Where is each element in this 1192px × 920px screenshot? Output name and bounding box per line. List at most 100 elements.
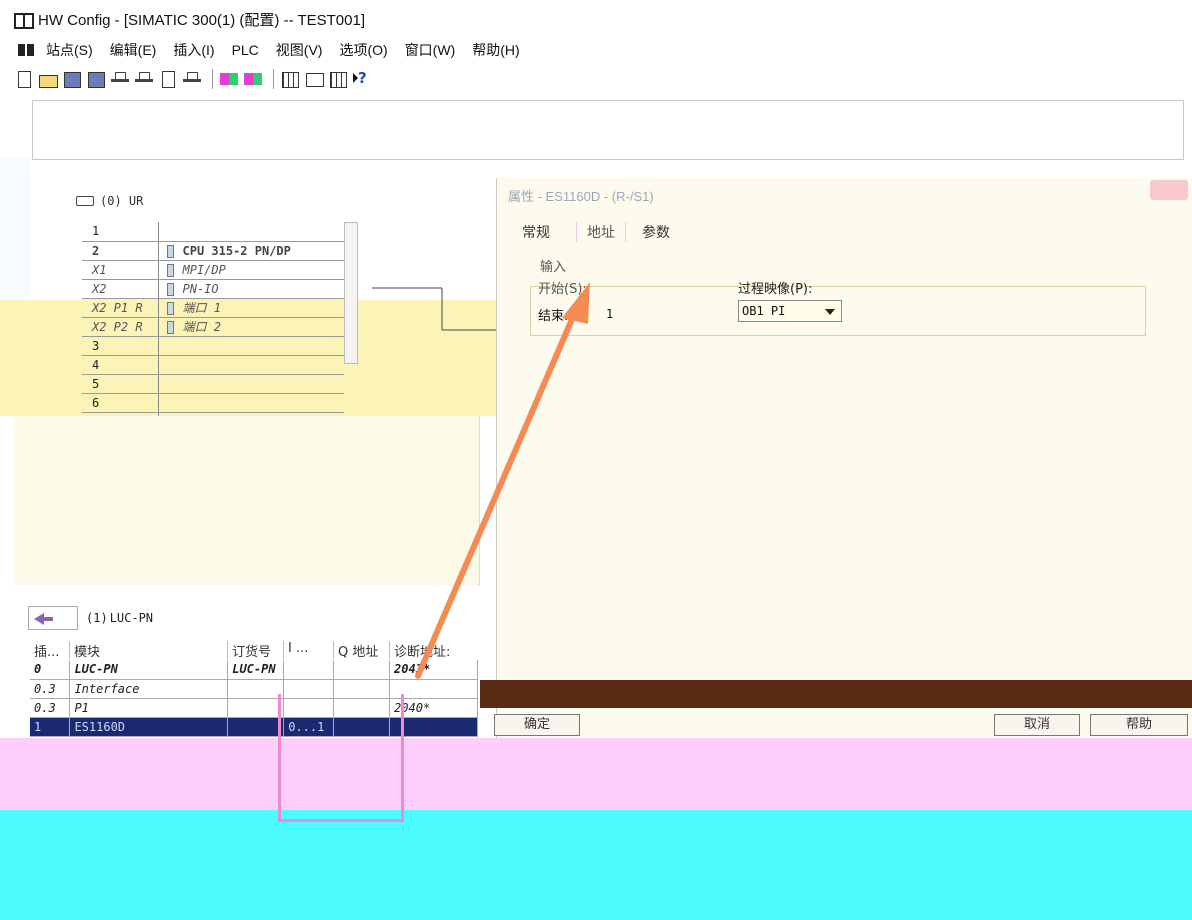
save-compile-icon[interactable]	[86, 70, 106, 88]
rack-module: 端口 2	[182, 320, 221, 334]
hardware-icon[interactable]	[304, 70, 324, 88]
rack-module	[158, 355, 344, 375]
col-i-address[interactable]: I ...	[284, 641, 334, 659]
module-slot: 0	[30, 660, 71, 680]
end-value: 1	[606, 307, 614, 321]
table-row[interactable]: 0.3 P1 2040*	[30, 698, 478, 718]
properties-dialog	[496, 178, 1192, 738]
dialog-title: 属性 - ES1160D - (R-/S1)	[508, 189, 654, 204]
cpu-module-icon	[166, 244, 174, 258]
rack-module-cell: PN-IO	[158, 279, 344, 299]
rack-module-cell: MPI/DP	[158, 260, 344, 280]
ok-button[interactable]: 确定	[494, 714, 580, 736]
left-strip	[0, 158, 30, 308]
menu-edit[interactable]: 编辑(E)	[110, 40, 157, 60]
table-row[interactable]: 5	[82, 374, 344, 394]
menu-view[interactable]: 视图(V)	[276, 40, 323, 60]
process-image-select[interactable]: OB1 PI	[738, 300, 842, 322]
table-row[interactable]: X2 P1 R 端口 1	[82, 298, 344, 318]
rack-slot: X2 P2 R	[82, 317, 159, 337]
rack-icon	[76, 196, 94, 206]
module-i	[283, 660, 335, 680]
module-panel-header: (1) LUC-PN	[28, 606, 153, 630]
module-table: 0 LUC-PN LUC-PN 2043* 0.3 Interface 0.3 …	[30, 660, 478, 737]
rack-module: PN-IO	[182, 281, 219, 296]
table-row[interactable]: 0 LUC-PN LUC-PN 2043*	[30, 660, 478, 680]
table-row[interactable]: X2 P2 R 端口 2	[82, 317, 344, 337]
open-icon[interactable]	[38, 70, 58, 88]
cancel-button[interactable]: 取消	[994, 714, 1080, 736]
process-image-label: 过程映像(P):	[738, 282, 813, 297]
process-image-value: OB1 PI	[742, 304, 786, 318]
rack-table: 1 2 CPU 315-2 PN/DP X1 MPI/DP X2 PN-IO X…	[82, 222, 344, 432]
module-icon[interactable]	[219, 70, 239, 88]
col-slot[interactable]: 插...	[30, 641, 70, 660]
menu-plc[interactable]: PLC	[232, 42, 259, 58]
col-q-address[interactable]: Q 地址	[334, 641, 390, 660]
catalog-icon[interactable]	[243, 70, 263, 88]
table-row[interactable]: X2 PN-IO	[82, 279, 344, 299]
module-diag: 2043*	[389, 660, 478, 680]
module-order	[227, 717, 285, 737]
back-button[interactable]	[28, 606, 78, 630]
col-module[interactable]: 模块	[70, 641, 228, 660]
cyan-overlay-band	[0, 810, 1192, 920]
toolbar-separator	[212, 69, 213, 89]
table-row[interactable]: X1 MPI/DP	[82, 260, 344, 280]
module-name: Interface	[69, 679, 229, 699]
tab-addresses[interactable]: 地址	[576, 222, 626, 242]
upload-icon[interactable]	[134, 70, 154, 88]
table-row[interactable]: 1 ES1160D 0...1	[30, 717, 478, 737]
col-order[interactable]: 订货号	[228, 641, 284, 660]
dialog-tabs: 常规 地址 参数	[520, 222, 696, 242]
rack-scrollbar[interactable]	[344, 222, 358, 364]
rack-module: 端口 1	[182, 301, 221, 315]
module-slot: 1	[30, 717, 71, 737]
download-icon[interactable]	[110, 70, 130, 88]
table-row[interactable]: 1	[82, 222, 344, 242]
menu-help[interactable]: 帮助(H)	[472, 40, 519, 60]
table-row[interactable]: 6	[82, 393, 344, 413]
table-row[interactable]: 3	[82, 336, 344, 356]
table-row[interactable]: 2 CPU 315-2 PN/DP	[82, 241, 344, 261]
mdi-area	[32, 100, 1184, 160]
rack-slot: 5	[82, 374, 159, 394]
new-icon[interactable]	[14, 70, 34, 88]
col-diag-address[interactable]: 诊断地址:	[390, 641, 478, 660]
network-icon[interactable]	[182, 70, 202, 88]
rack-slot: 1	[82, 222, 159, 242]
window-title: HW Config - [SIMATIC 300(1) (配置) -- TEST…	[38, 11, 366, 29]
module-name: ES1160D	[69, 717, 229, 737]
module-order	[227, 679, 285, 699]
rack-slot: X2 P1 R	[82, 298, 159, 318]
menu-insert[interactable]: 插入(I)	[173, 40, 214, 60]
menu-options[interactable]: 选项(O)	[339, 40, 387, 60]
rack-slot: 4	[82, 355, 159, 375]
hw-config-app-icon	[14, 11, 34, 29]
module-name: LUC-PN	[69, 660, 229, 680]
network-view-icon[interactable]	[328, 70, 348, 88]
whats-this-icon[interactable]	[352, 69, 372, 88]
rack-module: CPU 315-2 PN/DP	[182, 243, 291, 258]
module-slot: 0.3	[30, 679, 71, 699]
menu-window[interactable]: 窗口(W)	[405, 40, 456, 60]
rack-slot: X1	[82, 260, 159, 280]
table-row[interactable]: 4	[82, 355, 344, 375]
print-icon[interactable]	[158, 70, 178, 88]
tab-general[interactable]: 常规	[520, 222, 562, 242]
rack-slot: X2	[82, 279, 159, 299]
document-menu-icon[interactable]	[18, 42, 36, 58]
station-panel	[14, 416, 480, 586]
tab-parameters[interactable]: 参数	[640, 222, 682, 242]
rack-icon[interactable]	[280, 70, 300, 88]
interface-module-icon	[166, 282, 174, 296]
close-button[interactable]	[1150, 180, 1188, 200]
help-button[interactable]: 帮助	[1090, 714, 1188, 736]
toolbar	[14, 64, 494, 94]
save-icon[interactable]	[62, 70, 82, 88]
module-slot: 0.3	[30, 698, 71, 718]
menu-station[interactable]: 站点(S)	[46, 40, 93, 60]
table-row[interactable]: 0.3 Interface	[30, 679, 478, 699]
toolbar-separator	[273, 69, 274, 89]
rack-slot: 3	[82, 336, 159, 356]
